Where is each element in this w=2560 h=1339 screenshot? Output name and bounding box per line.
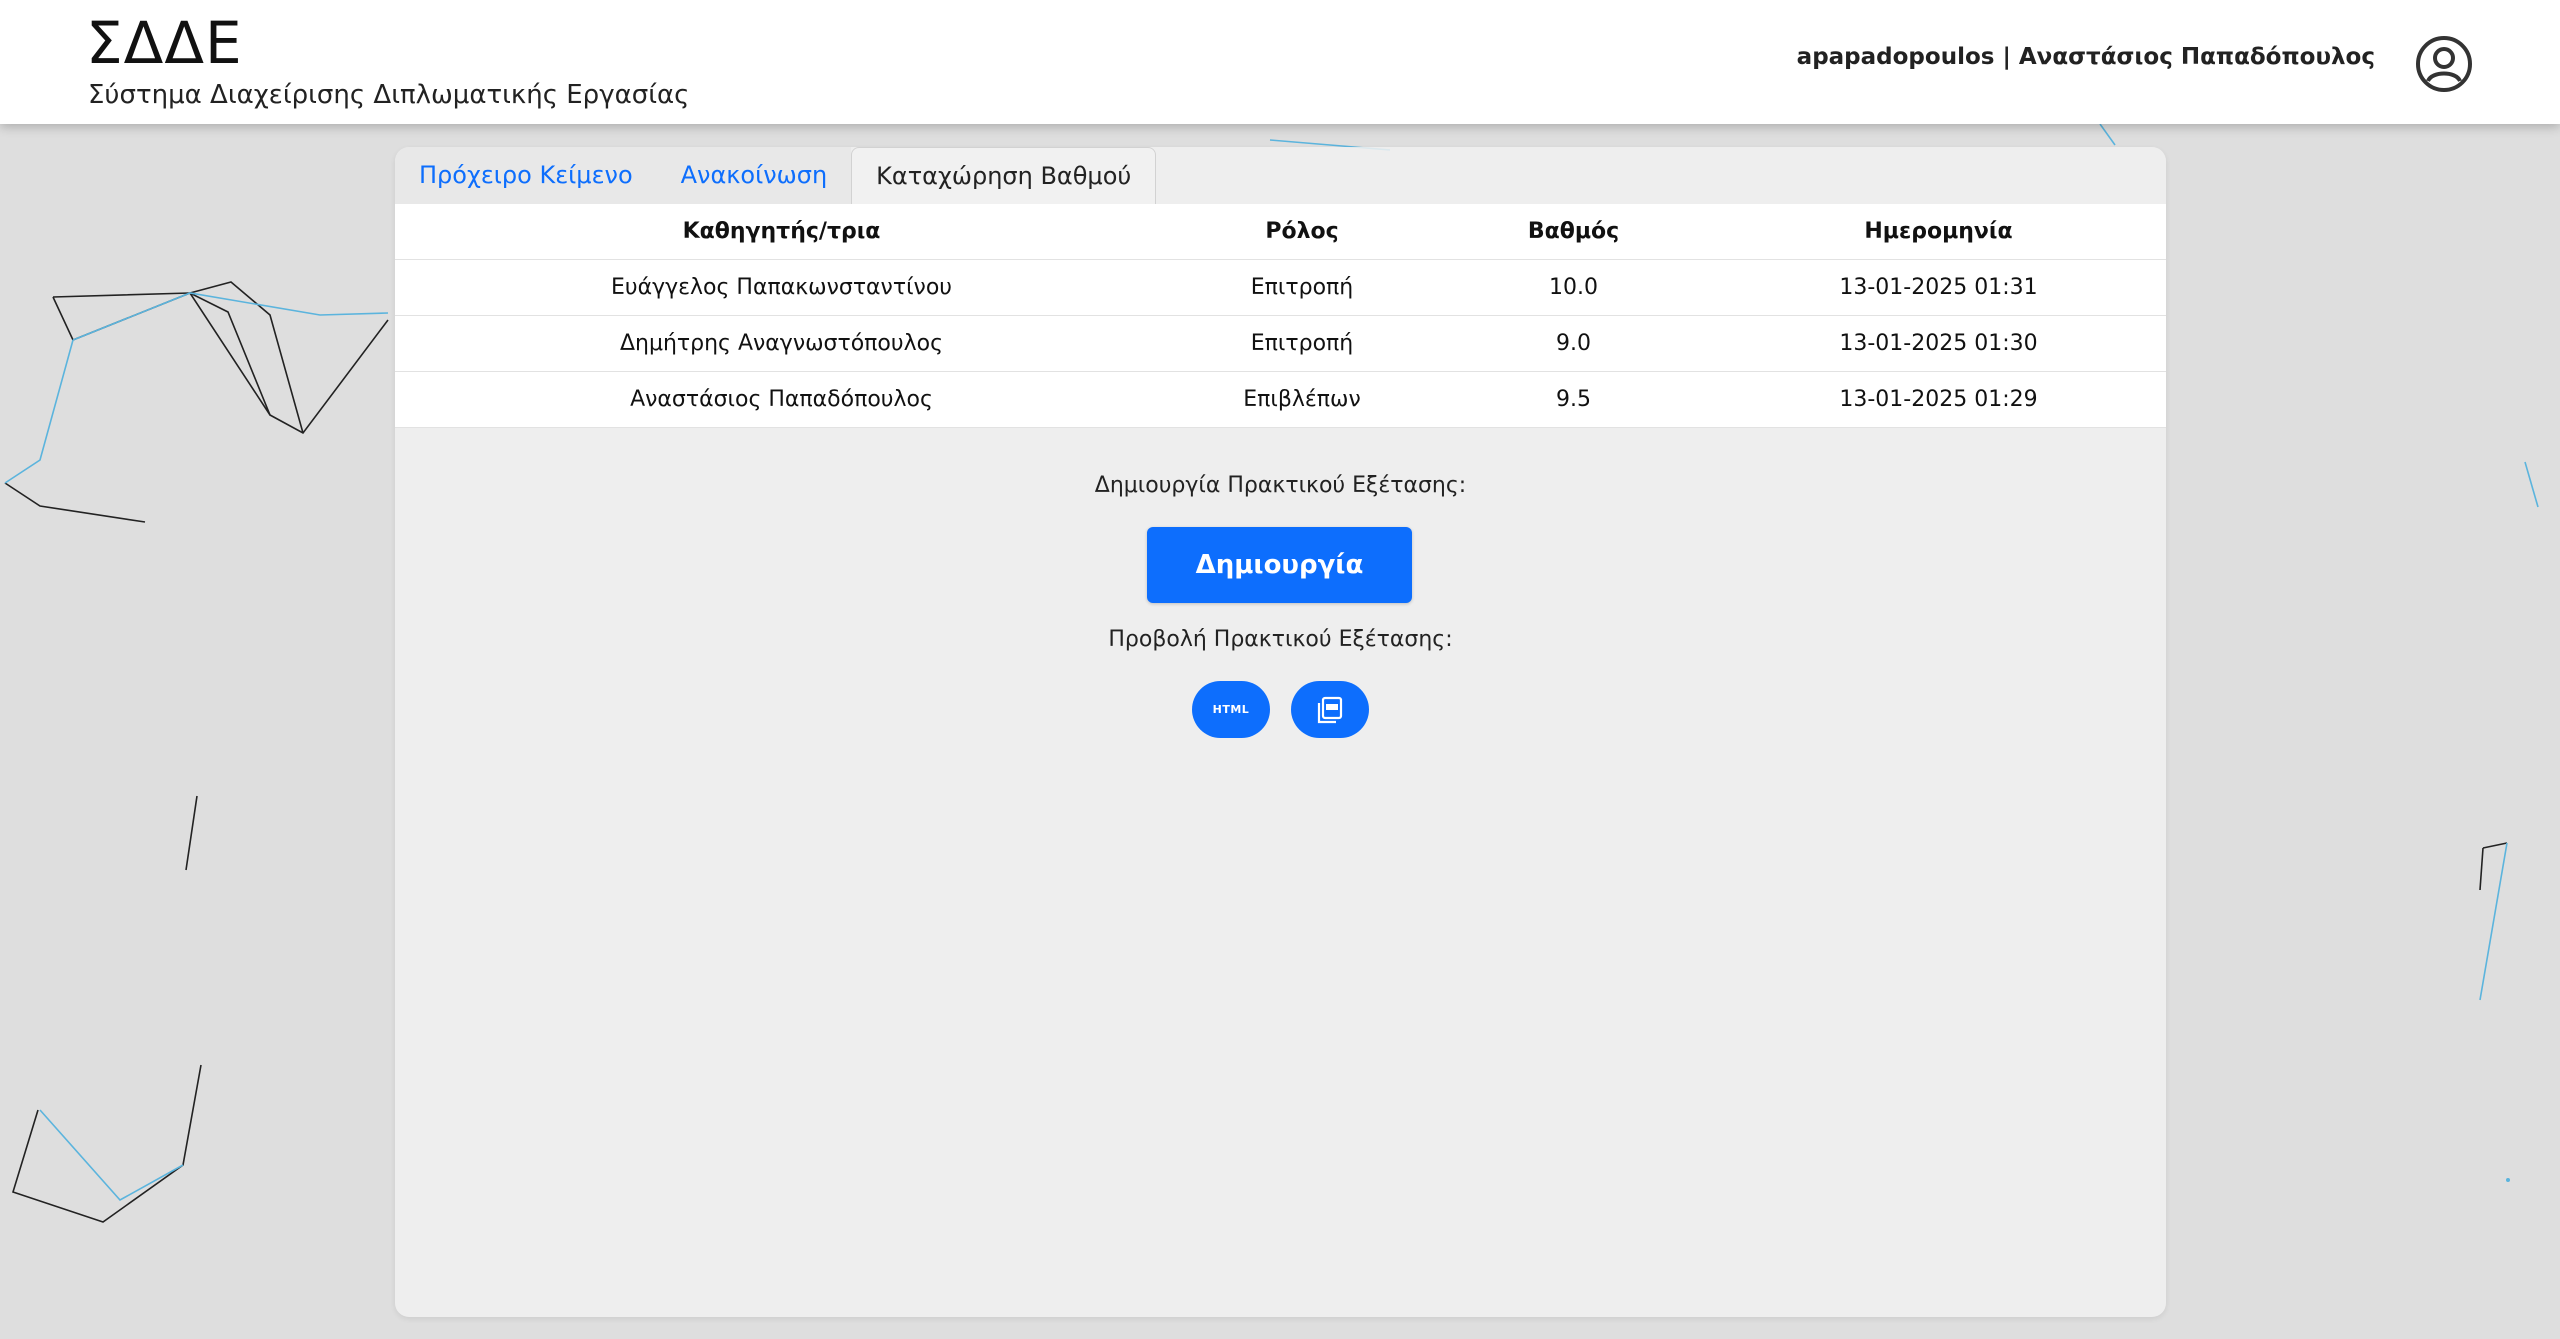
cell-professor: Ευάγγελος Παπακωνσταντίνου <box>395 259 1168 316</box>
account-circle-icon[interactable] <box>2414 34 2474 94</box>
cell-date: 13-01-2025 01:29 <box>1711 371 2166 428</box>
view-html-button[interactable]: HTML <box>1192 681 1270 738</box>
view-minutes-label: Προβολή Πρακτικού Εξέτασης: <box>1108 627 1453 652</box>
cell-date: 13-01-2025 01:30 <box>1711 315 2166 372</box>
tab-draft-text[interactable]: Πρόχειρο Κείμενο <box>395 147 657 204</box>
tab-grade-entry[interactable]: Καταχώρηση Βαθμού <box>851 147 1157 204</box>
create-minutes-button[interactable]: Δημιουργία <box>1147 527 1412 603</box>
cell-role: Επιτροπή <box>1168 259 1436 316</box>
column-header-professor: Καθηγητής/τρια <box>395 204 1168 260</box>
cell-role: Επιβλέπων <box>1168 371 1436 428</box>
user-name-label: apapadopoulos | Αναστάσιος Παπαδόπουλος <box>1796 44 2375 70</box>
app-subtitle: Σύστημα Διαχείρισης Διπλωματικής Εργασία… <box>88 80 690 110</box>
grading-panel: Πρόχειρο Κείμενο Ανακοίνωση Καταχώρηση Β… <box>395 147 2166 1317</box>
cell-role: Επιτροπή <box>1168 315 1436 372</box>
tab-announcement[interactable]: Ανακοίνωση <box>656 147 852 204</box>
view-minutes-section: Προβολή Πρακτικού Εξέτασης: <box>395 627 2166 652</box>
top-header: ΣΔΔΕ Σύστημα Διαχείρισης Διπλωματικής Ερ… <box>0 0 2560 124</box>
cell-grade: 10.0 <box>1436 259 1711 316</box>
cell-grade: 9.5 <box>1436 371 1711 428</box>
table-header-row: Καθηγητής/τρια Ρόλος Βαθμός Ημερομηνία <box>395 204 2166 260</box>
cell-date: 13-01-2025 01:31 <box>1711 259 2166 316</box>
table-row: Ευάγγελος Παπακωνσταντίνου Επιτροπή 10.0… <box>395 259 2166 316</box>
table-row: Δημήτρης Αναγνωστόπουλος Επιτροπή 9.0 13… <box>395 315 2166 372</box>
column-header-date: Ημερομηνία <box>1711 204 2166 260</box>
grades-table: Καθηγητής/τρια Ρόλος Βαθμός Ημερομηνία Ε… <box>395 204 2166 428</box>
view-pdf-button[interactable] <box>1291 681 1369 738</box>
cell-professor: Δημήτρης Αναγνωστόπουλος <box>395 315 1168 372</box>
create-minutes-section: Δημιουργία Πρακτικού Εξέτασης: <box>395 473 2166 498</box>
cell-grade: 9.0 <box>1436 315 1711 372</box>
column-header-role: Ρόλος <box>1168 204 1436 260</box>
pdf-icon <box>1317 696 1343 723</box>
column-header-grade: Βαθμός <box>1436 204 1711 260</box>
html-icon: HTML <box>1212 703 1250 716</box>
cell-professor: Αναστάσιος Παπαδόπουλος <box>395 371 1168 428</box>
tab-bar: Πρόχειρο Κείμενο Ανακοίνωση Καταχώρηση Β… <box>395 147 1157 204</box>
table-row: Αναστάσιος Παπαδόπουλος Επιβλέπων 9.5 13… <box>395 371 2166 428</box>
create-minutes-label: Δημιουργία Πρακτικού Εξέτασης: <box>1094 473 1467 498</box>
app-title: ΣΔΔΕ <box>86 9 243 77</box>
